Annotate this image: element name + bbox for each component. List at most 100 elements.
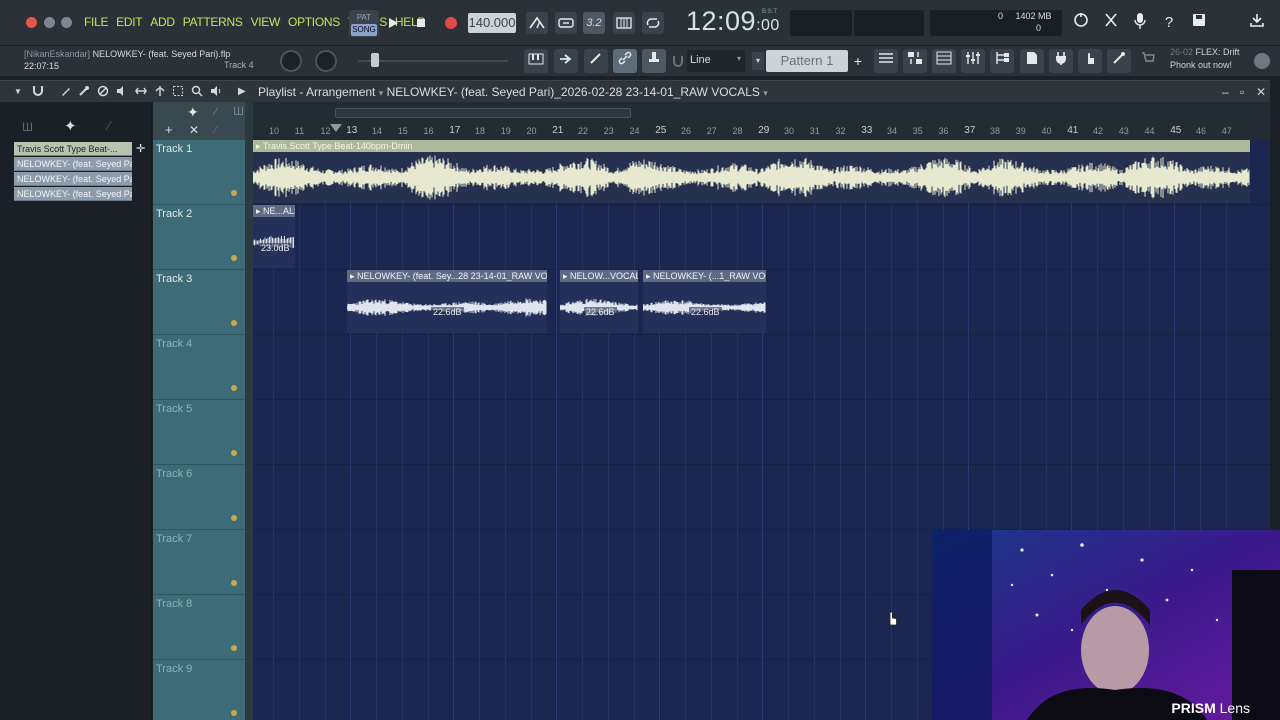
menu-file[interactable]: FILE	[84, 15, 108, 29]
playback-tool-icon[interactable]	[210, 85, 222, 100]
next-arrow-button[interactable]	[554, 49, 578, 73]
minimize-panel-icon[interactable]: –	[1222, 85, 1229, 99]
audio-clip-beat[interactable]: ▸ Travis Scott Type Beat-140bpm-Dmin	[253, 140, 1250, 203]
horizontal-scrollbar[interactable]	[335, 108, 631, 118]
save-icon[interactable]	[1188, 12, 1210, 34]
timeline-ruler[interactable]: 10 11 12 13 14 15 16 17 18 19 20 21 22 23 24 25 26 27 28 29…	[253, 102, 1270, 140]
cut-tools-icon[interactable]	[1100, 12, 1122, 34]
play-small-icon[interactable]: ▶	[238, 86, 246, 97]
pat-song-toggle[interactable]: PAT SONG	[349, 10, 379, 37]
piano-roll-window-button[interactable]	[932, 49, 956, 73]
pattern-menu-chevron-icon[interactable]: ▾	[752, 52, 764, 70]
account-avatar-icon[interactable]	[1254, 53, 1270, 69]
slice-tool-icon[interactable]	[154, 85, 166, 100]
track-pin-icon[interactable]: ⁄	[215, 106, 217, 118]
mixer-button[interactable]	[961, 49, 985, 73]
delete-tool-icon[interactable]	[97, 85, 109, 100]
track-header[interactable]: Track 9	[153, 660, 245, 720]
master-pitch-knob[interactable]	[315, 50, 337, 72]
tempo-display[interactable]: 140.000	[468, 13, 516, 33]
add-track-icon[interactable]: +	[165, 122, 173, 137]
picker-item[interactable]: NELOWKEY- (feat. Seyed Pari)...	[14, 187, 132, 201]
track-header[interactable]: Track 2	[153, 205, 245, 270]
track-grid-icon[interactable]: ✦	[187, 104, 199, 121]
mute-tool-icon[interactable]	[116, 85, 128, 100]
help-icon[interactable]: ?	[1158, 12, 1180, 34]
touch-controller-button[interactable]	[1078, 49, 1102, 73]
paint-tool-icon[interactable]	[78, 85, 90, 100]
track-header[interactable]: Track 5	[153, 400, 245, 465]
master-volume-knob[interactable]	[280, 50, 302, 72]
picker-patterns-icon[interactable]: Ш	[22, 120, 33, 134]
master-slider-handle[interactable]	[371, 53, 379, 67]
zoom-window-button[interactable]	[61, 17, 72, 28]
track-header[interactable]: Track 1	[153, 140, 245, 205]
magnet-snap-icon[interactable]	[32, 85, 44, 100]
tempo-tapper-button[interactable]	[1107, 49, 1131, 73]
news-panel[interactable]: 26-02 FLEX: Drift Phonk out now!	[1170, 46, 1240, 72]
menu-edit[interactable]: EDIT	[116, 15, 142, 29]
project-info-button[interactable]	[1020, 49, 1044, 73]
track-enable-icon[interactable]	[231, 580, 237, 586]
undo-history-icon[interactable]	[1070, 12, 1092, 34]
zoom-tool-icon[interactable]	[191, 85, 203, 100]
track-header[interactable]: Track 6	[153, 465, 245, 530]
menu-add[interactable]: ADD	[150, 15, 175, 29]
metronome-button[interactable]	[526, 12, 548, 34]
record-button[interactable]	[440, 12, 462, 34]
picker-item[interactable]: Travis Scott Type Beat-...	[14, 142, 132, 156]
picker-item[interactable]: NELOWKEY- (feat. Seyed Pari)...	[14, 172, 132, 186]
picker-add-icon[interactable]: ✛	[136, 142, 148, 156]
track-header[interactable]: Track 7	[153, 530, 245, 595]
snap-select[interactable]: Line ▾	[687, 50, 745, 72]
browser-button[interactable]	[990, 49, 1014, 73]
menu-options[interactable]: OPTIONS	[288, 15, 340, 29]
draw-tool-button[interactable]	[584, 49, 608, 73]
picker-item[interactable]: NELOWKEY- (feat. Seyed Pari)...	[14, 157, 132, 171]
piano-roll-button[interactable]	[524, 49, 548, 73]
title-chevron-icon[interactable]: ▾	[763, 88, 768, 98]
loop-record-button[interactable]	[642, 12, 664, 34]
track-enable-icon[interactable]	[231, 645, 237, 651]
playhead-marker[interactable]	[330, 124, 342, 132]
track-link-icon[interactable]: ⁄	[215, 124, 217, 136]
track-header[interactable]: Track 3	[153, 270, 245, 335]
track-grip-column[interactable]	[245, 102, 253, 720]
track-enable-icon[interactable]	[231, 515, 237, 521]
countdown-button[interactable]: 3.2	[583, 12, 605, 34]
select-tool-icon[interactable]	[172, 85, 184, 100]
menu-patterns[interactable]: PATTERNS	[183, 15, 243, 29]
audio-clip-vocals-c[interactable]: ▸ NELOWKEY- (...1_RAW VOCALS 22.6dB	[643, 270, 766, 333]
play-button[interactable]	[382, 12, 404, 34]
close-window-button[interactable]	[26, 17, 37, 28]
microphone-icon[interactable]	[1129, 12, 1151, 34]
playlist-button[interactable]	[874, 49, 898, 73]
close-panel-icon[interactable]: ✕	[1256, 85, 1266, 99]
track-header[interactable]: Track 4	[153, 335, 245, 400]
track-enable-icon[interactable]	[231, 255, 237, 261]
step-edit-button[interactable]	[613, 12, 635, 34]
export-icon[interactable]	[1246, 12, 1268, 34]
slip-tool-icon[interactable]	[135, 85, 147, 100]
minimize-window-button[interactable]	[44, 17, 55, 28]
track-lock-icon[interactable]: Ш	[233, 104, 244, 118]
track-header[interactable]: Track 8	[153, 595, 245, 660]
shop-button[interactable]	[1136, 49, 1160, 73]
link-tool-button[interactable]	[613, 49, 637, 73]
maximize-panel-icon[interactable]: ▫	[1240, 85, 1244, 99]
track-enable-icon[interactable]	[231, 710, 237, 716]
track-enable-icon[interactable]	[231, 320, 237, 326]
options-chevron-icon[interactable]: ▼	[14, 87, 22, 96]
plugin-database-button[interactable]	[1049, 49, 1073, 73]
picker-audio-icon[interactable]: ✦	[64, 117, 77, 135]
audio-clip-track2[interactable]: ▸ NE...ALS 23.0dB	[253, 205, 295, 268]
channel-rack-button[interactable]	[903, 49, 927, 73]
pattern-selector[interactable]: Pattern 1	[766, 50, 848, 72]
playlist-song-title[interactable]: NELOWKEY- (feat. Seyed Pari)_2026-02-28 …	[387, 85, 760, 99]
add-pattern-icon[interactable]: +	[852, 50, 864, 72]
stop-button[interactable]	[410, 12, 432, 34]
remove-track-icon[interactable]: ✕	[189, 123, 199, 137]
track-enable-icon[interactable]	[231, 450, 237, 456]
menu-view[interactable]: VIEW	[251, 15, 281, 29]
pencil-tool-icon[interactable]	[60, 85, 72, 100]
